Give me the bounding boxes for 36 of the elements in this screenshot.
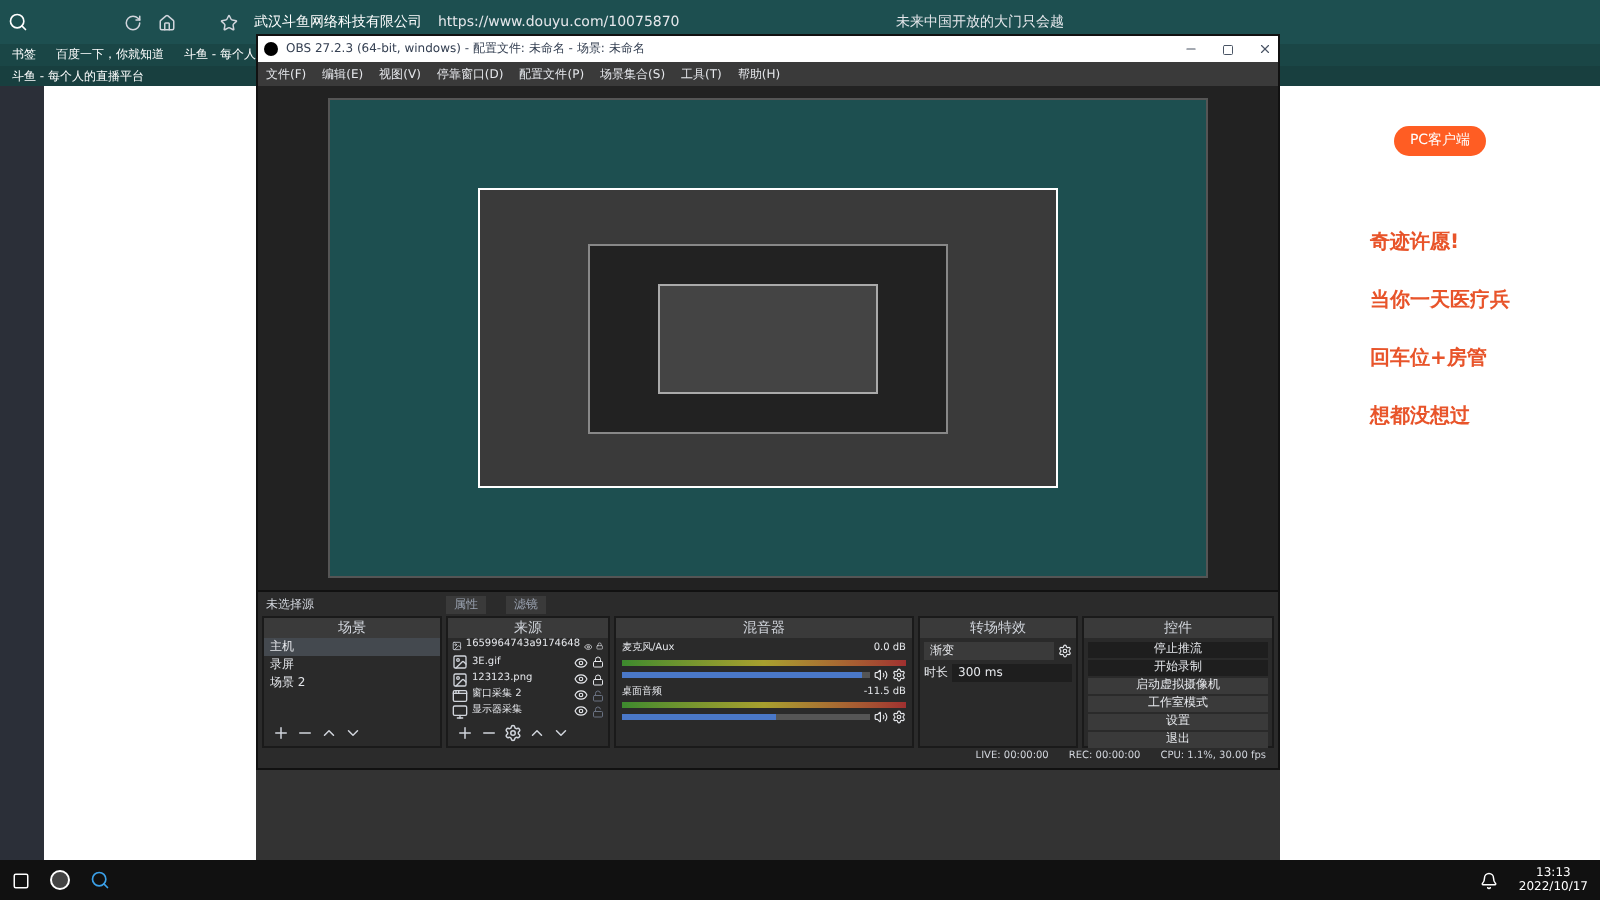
settings-icon[interactable] <box>1058 644 1072 658</box>
lock-icon[interactable] <box>596 640 604 653</box>
settings-icon[interactable] <box>892 667 906 681</box>
obs-logo-icon <box>264 42 278 56</box>
unlock-icon[interactable] <box>592 689 604 702</box>
notification-icon[interactable] <box>1480 871 1499 889</box>
promo-text: 回车位+房管 <box>1370 344 1489 373</box>
promo-text: 当你一天医疗兵 <box>1370 287 1510 315</box>
speaker-icon[interactable] <box>874 710 888 724</box>
settings-icon[interactable] <box>504 724 522 743</box>
eye-icon[interactable] <box>574 688 588 703</box>
star-icon[interactable] <box>220 13 238 31</box>
obs-taskbar-icon[interactable] <box>50 870 70 890</box>
home-icon[interactable] <box>158 13 176 31</box>
promo-text: 奇迹许愿! <box>1370 228 1462 257</box>
reload-icon[interactable] <box>124 13 142 31</box>
promo-text: 想都没想过 <box>1370 403 1472 431</box>
add-icon[interactable] <box>456 724 474 743</box>
unlock-icon[interactable] <box>592 705 604 718</box>
move-down-icon[interactable] <box>344 724 362 742</box>
start-icon[interactable] <box>12 871 30 889</box>
monitor-icon <box>452 703 468 720</box>
add-icon[interactable] <box>272 724 290 742</box>
window-icon <box>452 687 468 704</box>
volume-slider[interactable] <box>622 714 870 720</box>
move-up-icon[interactable] <box>320 724 338 742</box>
eye-icon[interactable] <box>584 639 593 654</box>
close-icon[interactable] <box>1258 42 1272 56</box>
lock-icon[interactable] <box>592 673 604 685</box>
eye-icon[interactable] <box>574 704 588 719</box>
eye-icon[interactable] <box>574 655 588 670</box>
settings-icon[interactable] <box>892 710 906 724</box>
lock-icon[interactable] <box>592 656 604 669</box>
eye-icon[interactable] <box>574 672 588 686</box>
maximize-icon[interactable] <box>1222 43 1234 55</box>
speaker-icon[interactable] <box>874 667 888 681</box>
